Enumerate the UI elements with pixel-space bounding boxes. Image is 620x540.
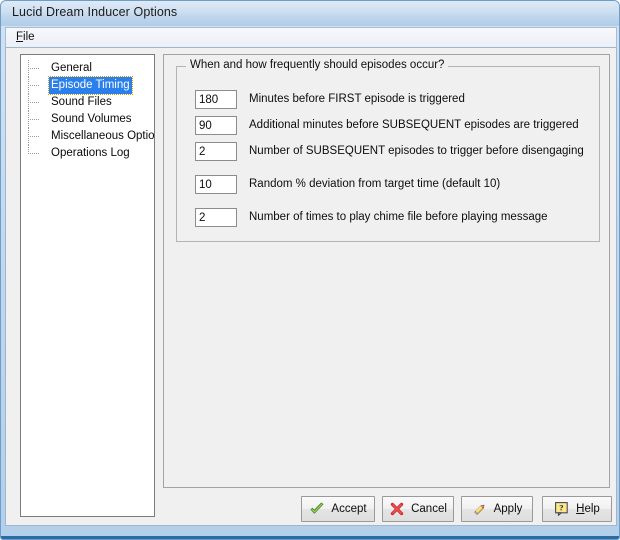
sidebar-item-sound-volumes[interactable]: Sound Volumes: [21, 111, 154, 128]
accept-button[interactable]: Accept: [301, 496, 375, 522]
subsequent-episode-count-label: Number of SUBSEQUENT episodes to trigger…: [249, 144, 584, 159]
dialog-button-bar: Accept Cancel: [163, 496, 610, 524]
first-episode-minutes-label: Minutes before FIRST episode is triggere…: [249, 92, 465, 107]
window-title: Lucid Dream Inducer Options: [12, 5, 177, 19]
pencil-icon: [472, 501, 488, 517]
accept-button-label: Accept: [331, 503, 366, 515]
red-x-icon: [389, 501, 405, 517]
sidebar-item-label: General: [49, 60, 94, 77]
settings-panel: When and how frequently should episodes …: [163, 54, 610, 488]
cancel-button-label: Cancel: [411, 503, 447, 515]
help-button-label: Help: [576, 503, 600, 515]
sidebar-item-label: Miscellaneous Options: [49, 128, 155, 145]
menu-bar: File: [5, 27, 617, 48]
random-deviation-input[interactable]: [195, 175, 237, 194]
svg-text:?: ?: [559, 503, 563, 513]
random-deviation-label: Random % deviation from target time (def…: [249, 177, 500, 192]
sidebar-item-episode-timing[interactable]: Episode Timing: [21, 77, 154, 94]
category-tree-panel[interactable]: General Episode Timing Sound Files Sound…: [20, 54, 155, 517]
sidebar-item-label: Operations Log: [49, 145, 132, 162]
green-check-icon: [309, 501, 325, 517]
subsequent-minutes-label: Additional minutes before SUBSEQUENT epi…: [249, 118, 579, 133]
sidebar-item-label: Episode Timing: [49, 77, 132, 94]
groupbox-title: When and how frequently should episodes …: [186, 59, 448, 71]
subsequent-minutes-input[interactable]: [195, 116, 237, 135]
help-label-rest: elp: [584, 503, 599, 515]
sidebar-item-label: Sound Volumes: [49, 111, 134, 128]
cancel-button[interactable]: Cancel: [382, 496, 454, 522]
sidebar-item-label: Sound Files: [49, 94, 114, 111]
sidebar-item-general[interactable]: General: [21, 60, 154, 77]
question-bubble-icon: ?: [554, 501, 570, 517]
sidebar-item-sound-files[interactable]: Sound Files: [21, 94, 154, 111]
dialog-client-area: General Episode Timing Sound Files Sound…: [5, 48, 617, 526]
options-dialog-window: Lucid Dream Inducer Options File General…: [0, 0, 620, 540]
menu-file-rest: ile: [23, 31, 35, 43]
apply-button-label: Apply: [494, 503, 523, 515]
help-button[interactable]: ? Help: [542, 496, 612, 522]
first-episode-minutes-input[interactable]: [195, 90, 237, 109]
apply-button[interactable]: Apply: [461, 496, 533, 522]
sidebar-item-miscellaneous-options[interactable]: Miscellaneous Options: [21, 128, 154, 145]
chime-repeat-count-input[interactable]: [195, 208, 237, 227]
menu-file-mnemonic: F: [16, 31, 23, 43]
episode-timing-groupbox: When and how frequently should episodes …: [176, 66, 600, 242]
sidebar-item-operations-log[interactable]: Operations Log: [21, 145, 154, 162]
category-tree: General Episode Timing Sound Files Sound…: [21, 60, 154, 162]
menu-item-file[interactable]: File: [10, 31, 41, 43]
subsequent-episode-count-input[interactable]: [195, 142, 237, 161]
chime-repeat-count-label: Number of times to play chime file befor…: [249, 210, 548, 225]
title-bar[interactable]: Lucid Dream Inducer Options: [1, 1, 620, 26]
